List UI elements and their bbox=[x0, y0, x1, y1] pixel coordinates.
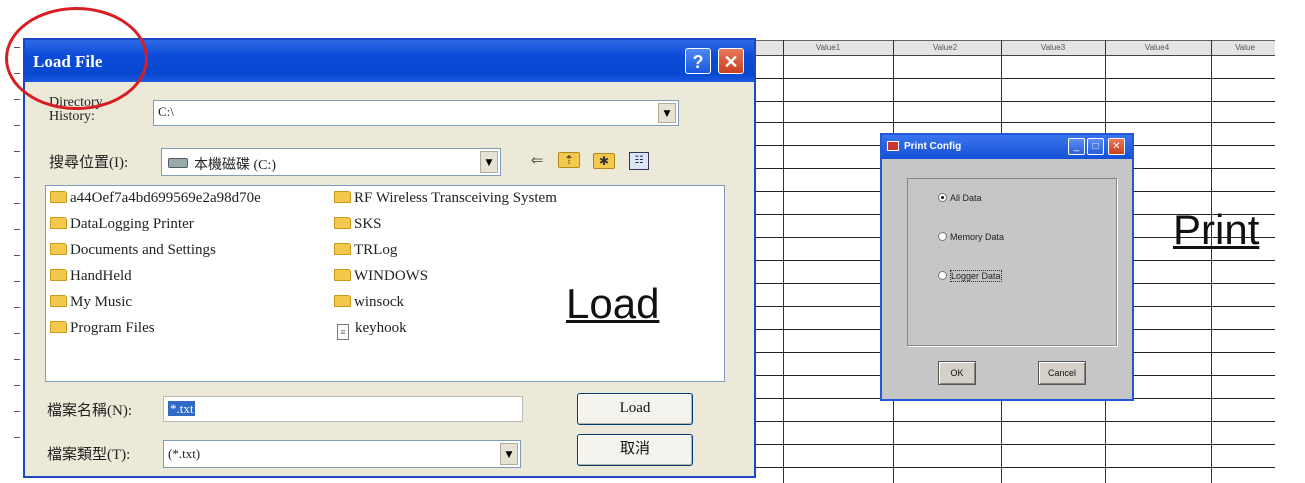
folder-icon bbox=[334, 191, 351, 203]
ruler-tick bbox=[14, 281, 20, 282]
list-item[interactable]: ≡ keyhook bbox=[334, 320, 407, 340]
look-in-combo[interactable]: 本機磁碟 (C:) ▼ bbox=[161, 148, 501, 176]
close-icon: ✕ bbox=[1112, 141, 1121, 152]
file-icon: ≡ bbox=[337, 324, 349, 340]
list-item[interactable]: RF Wireless Transceiving System bbox=[334, 190, 557, 210]
list-item[interactable]: SKS bbox=[334, 216, 382, 236]
list-item[interactable]: Program Files bbox=[50, 320, 155, 340]
directory-history-combo[interactable]: C:\ ▼ bbox=[153, 100, 679, 126]
look-in-label: 搜尋位置(I): bbox=[49, 155, 129, 171]
list-item[interactable]: Documents and Settings bbox=[50, 242, 216, 262]
cancel-button[interactable]: 取消 bbox=[577, 434, 693, 466]
folder-icon bbox=[50, 321, 67, 333]
filename-label: 檔案名稱(N): bbox=[47, 403, 132, 419]
spreadsheet-header: Value1 Value2 Value3 Value4 Value bbox=[755, 40, 1275, 56]
radio-memory-data[interactable]: Memory Data bbox=[938, 232, 1004, 242]
filename-value: *.txt bbox=[168, 401, 196, 416]
folder-icon bbox=[50, 269, 67, 281]
list-item[interactable]: HandHeld bbox=[50, 268, 132, 288]
print-caption: Print bbox=[1173, 206, 1260, 253]
column-header: Value4 bbox=[1144, 43, 1170, 52]
folder-icon bbox=[50, 191, 67, 203]
list-item[interactable]: WINDOWS bbox=[334, 268, 428, 288]
folder-icon bbox=[334, 243, 351, 255]
print-cancel-button[interactable]: Cancel bbox=[1038, 361, 1086, 385]
folder-icon bbox=[334, 269, 351, 281]
load-file-dialog: Load File ? ✕ Directory History: C:\ ▼ 搜… bbox=[23, 38, 756, 478]
filetype-combo[interactable]: (*.txt) ▼ bbox=[163, 440, 521, 468]
filename-input[interactable]: *.txt bbox=[163, 396, 523, 422]
filetype-label: 檔案類型(T): bbox=[47, 447, 131, 463]
filetype-value: (*.txt) bbox=[168, 446, 201, 461]
minimize-icon: _ bbox=[1073, 141, 1080, 152]
print-config-dialog: Print Config _ □ ✕ All Data Memory Data … bbox=[880, 133, 1134, 401]
drive-icon bbox=[168, 158, 188, 168]
print-close-button[interactable]: ✕ bbox=[1108, 138, 1125, 155]
print-options-group: All Data Memory Data Logger Data bbox=[907, 178, 1117, 346]
chevron-down-icon[interactable]: ▼ bbox=[500, 443, 518, 465]
list-item[interactable]: DataLogging Printer bbox=[50, 216, 194, 236]
load-button[interactable]: Load bbox=[577, 393, 693, 425]
app-icon bbox=[887, 141, 899, 151]
list-item[interactable]: My Music bbox=[50, 294, 132, 314]
ruler-tick bbox=[14, 307, 20, 308]
directory-history-value: C:\ bbox=[158, 104, 174, 119]
minimize-button[interactable]: _ bbox=[1068, 138, 1085, 155]
list-item[interactable]: TRLog bbox=[334, 242, 397, 262]
up-folder-icon[interactable]: ⇡ bbox=[558, 152, 580, 168]
folder-icon bbox=[334, 295, 351, 307]
look-in-value: 本機磁碟 (C:) bbox=[194, 158, 277, 173]
ruler-tick bbox=[14, 177, 20, 178]
folder-icon bbox=[50, 217, 67, 229]
ruler-tick bbox=[14, 411, 20, 412]
ruler-tick bbox=[14, 99, 20, 100]
radio-all-data[interactable]: All Data bbox=[938, 193, 982, 203]
radio-icon bbox=[938, 232, 947, 241]
print-dialog-title: Print Config bbox=[904, 141, 962, 152]
ruler-tick bbox=[14, 125, 20, 126]
close-button[interactable]: ✕ bbox=[718, 48, 744, 74]
folder-icon bbox=[50, 295, 67, 307]
folder-icon bbox=[334, 217, 351, 229]
back-arrow-icon[interactable]: ⇐ bbox=[525, 150, 549, 170]
column-header: Value2 bbox=[932, 43, 958, 52]
maximize-icon: □ bbox=[1092, 141, 1099, 152]
column-header: Value3 bbox=[1040, 43, 1066, 52]
ruler-tick bbox=[14, 151, 20, 152]
chevron-down-icon[interactable]: ▼ bbox=[658, 103, 676, 123]
column-header: Value bbox=[1235, 43, 1255, 52]
ruler-tick bbox=[14, 437, 20, 438]
print-dialog-titlebar[interactable]: Print Config _ □ ✕ bbox=[882, 135, 1132, 159]
help-icon: ? bbox=[692, 52, 704, 72]
radio-icon bbox=[938, 271, 947, 280]
new-folder-icon[interactable]: ✱ bbox=[593, 153, 615, 169]
close-icon: ✕ bbox=[723, 52, 739, 72]
folder-icon bbox=[50, 243, 67, 255]
ruler-tick bbox=[14, 203, 20, 204]
radio-logger-data[interactable]: Logger Data bbox=[938, 270, 1002, 282]
list-item[interactable]: winsock bbox=[334, 294, 404, 314]
maximize-button[interactable]: □ bbox=[1087, 138, 1104, 155]
load-caption: Load bbox=[566, 280, 660, 327]
list-item[interactable]: a44Oef7a4bd699569e2a98d70e bbox=[50, 190, 261, 210]
help-button[interactable]: ? bbox=[685, 48, 711, 74]
ruler-tick bbox=[14, 385, 20, 386]
view-menu-icon[interactable]: ☷ bbox=[629, 152, 649, 170]
ruler-tick bbox=[14, 229, 20, 230]
ruler-tick bbox=[14, 333, 20, 334]
radio-selected-icon bbox=[938, 193, 947, 202]
column-header: Value1 bbox=[815, 43, 841, 52]
title-highlight-circle bbox=[5, 7, 148, 110]
ruler-tick bbox=[14, 255, 20, 256]
ok-button[interactable]: OK bbox=[938, 361, 976, 385]
ruler-tick bbox=[14, 359, 20, 360]
chevron-down-icon[interactable]: ▼ bbox=[480, 151, 498, 173]
